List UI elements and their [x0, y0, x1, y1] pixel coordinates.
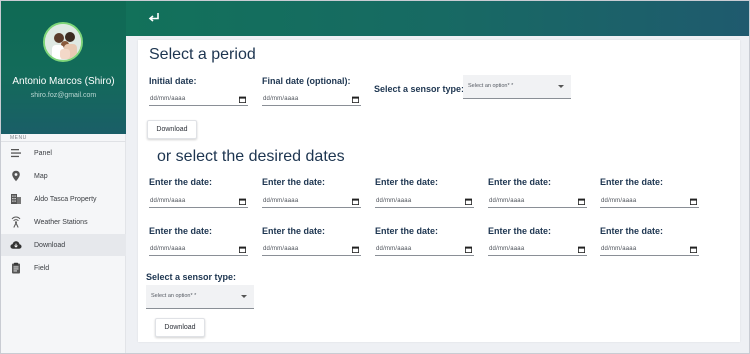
period-sensor-label: Select a sensor type:	[374, 84, 465, 94]
antenna-icon	[10, 216, 22, 228]
profile-header: Antonio Marcos (Shiro) shiro.foz@gmail.c…	[1, 1, 126, 134]
avatar[interactable]	[43, 22, 83, 62]
date-label: Enter the date:	[149, 177, 213, 187]
final-date-input[interactable]: dd/mm/aaaa	[262, 94, 361, 106]
date-input-6[interactable]: dd/mm/aaaa	[149, 244, 248, 256]
sidebar-item-aldo-tasca-property[interactable]: Aldo Tasca Property	[1, 188, 126, 210]
date-label: Enter the date:	[488, 177, 552, 187]
sidebar-item-weather-stations[interactable]: Weather Stations	[1, 211, 126, 233]
date-input-10[interactable]: dd/mm/aaaa	[600, 244, 699, 256]
user-email: shiro.foz@gmail.com	[30, 92, 97, 99]
top-bar	[126, 1, 749, 36]
clipboard-icon	[10, 262, 22, 274]
calendar-icon[interactable]	[690, 246, 697, 253]
sidebar-item-panel[interactable]: Panel	[1, 142, 126, 164]
date-label: Enter the date:	[375, 177, 439, 187]
period-title: Select a period	[149, 46, 256, 63]
menu-lines-icon	[10, 147, 22, 159]
return-arrow-icon[interactable]	[146, 10, 162, 26]
calendar-icon[interactable]	[352, 96, 359, 103]
date-input-8[interactable]: dd/mm/aaaa	[375, 244, 474, 256]
calendar-icon[interactable]	[578, 246, 585, 253]
calendar-icon[interactable]	[465, 246, 472, 253]
calendar-icon[interactable]	[352, 198, 359, 205]
period-sensor-select[interactable]: Select an option* *	[463, 75, 571, 99]
calendar-icon[interactable]	[690, 198, 697, 205]
date-label: Enter the date:	[262, 226, 326, 236]
dates-download-button[interactable]: Download	[155, 318, 205, 337]
final-date-label: Final date (optional):	[262, 76, 351, 86]
chevron-down-icon	[241, 295, 247, 298]
dates-sensor-label: Select a sensor type:	[146, 272, 237, 282]
calendar-icon[interactable]	[239, 96, 246, 103]
date-label: Enter the date:	[375, 226, 439, 236]
chevron-down-icon	[558, 85, 564, 88]
calendar-icon[interactable]	[239, 198, 246, 205]
date-label: Enter the date:	[600, 226, 664, 236]
dates-sensor-select[interactable]: Select an option* *	[146, 285, 254, 309]
sidebar-item-label: Panel	[34, 149, 52, 157]
date-label: Enter the date:	[262, 177, 326, 187]
app-window: Antonio Marcos (Shiro) shiro.foz@gmail.c…	[0, 0, 750, 354]
cloud-download-icon	[10, 239, 22, 251]
date-input-1[interactable]: dd/mm/aaaa	[149, 196, 248, 208]
date-input-2[interactable]: dd/mm/aaaa	[262, 196, 361, 208]
initial-date-label: Initial date:	[149, 76, 197, 86]
sidebar-item-download[interactable]: Download	[1, 234, 126, 256]
sidebar: Antonio Marcos (Shiro) shiro.foz@gmail.c…	[1, 1, 126, 353]
user-name: Antonio Marcos (Shiro)	[12, 76, 115, 87]
sidebar-item-map[interactable]: Map	[1, 165, 126, 187]
calendar-icon[interactable]	[239, 246, 246, 253]
initial-date-input[interactable]: dd/mm/aaaa	[149, 94, 248, 106]
date-label: Enter the date:	[600, 177, 664, 187]
sidebar-item-label: Aldo Tasca Property	[34, 195, 97, 203]
sidebar-item-field[interactable]: Field	[1, 257, 126, 279]
sidebar-item-label: Field	[34, 264, 50, 272]
date-input-3[interactable]: dd/mm/aaaa	[375, 196, 474, 208]
date-label: Enter the date:	[488, 226, 552, 236]
date-input-9[interactable]: dd/mm/aaaa	[488, 244, 587, 256]
building-icon	[10, 193, 22, 205]
date-label: Enter the date:	[149, 226, 213, 236]
date-input-7[interactable]: dd/mm/aaaa	[262, 244, 361, 256]
date-input-4[interactable]: dd/mm/aaaa	[488, 196, 587, 208]
period-download-button[interactable]: Download	[147, 120, 197, 139]
calendar-icon[interactable]	[465, 198, 472, 205]
sidebar-item-label: Weather Stations	[34, 218, 88, 226]
date-input-5[interactable]: dd/mm/aaaa	[600, 196, 699, 208]
map-pin-icon	[10, 170, 22, 182]
sidebar-item-label: Download	[34, 241, 66, 249]
sidebar-item-label: Map	[34, 172, 48, 180]
calendar-icon[interactable]	[578, 198, 585, 205]
download-form-card: Select a period Initial date: dd/mm/aaaa…	[138, 40, 740, 342]
calendar-icon[interactable]	[352, 246, 359, 253]
dates-title: or select the desired dates	[157, 148, 345, 165]
